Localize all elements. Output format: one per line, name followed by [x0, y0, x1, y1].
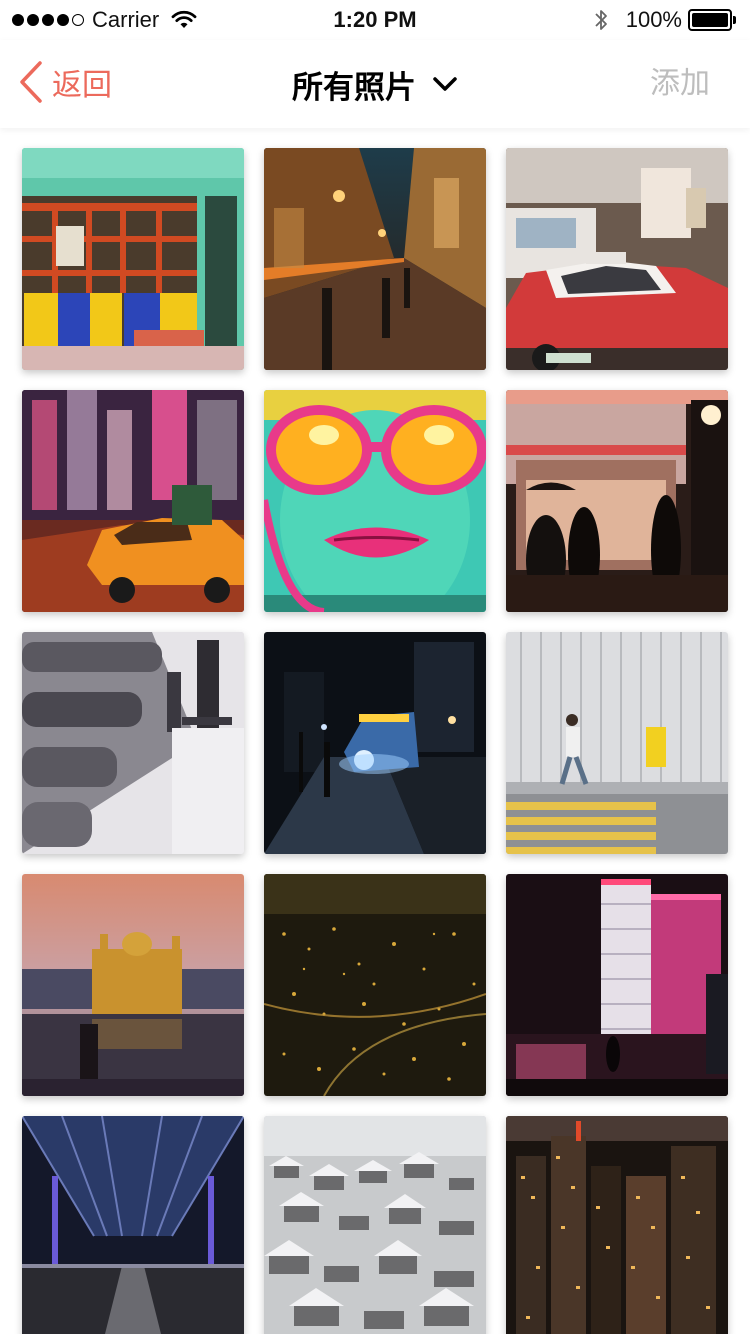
album-selector-button[interactable]: 所有照片 [292, 62, 458, 107]
battery-icon [688, 9, 736, 31]
photo-thumbnail[interactable] [506, 632, 728, 854]
photo-thumbnail[interactable] [22, 390, 244, 612]
status-bar-right: 100% [594, 6, 736, 34]
photo-thumbnail[interactable] [506, 874, 728, 1096]
wifi-icon [171, 10, 197, 28]
signal-dot [42, 14, 54, 26]
signal-dot [72, 14, 84, 26]
photo-thumbnail[interactable] [264, 632, 486, 854]
signal-dot [57, 14, 69, 26]
photo-image [22, 1116, 244, 1334]
status-bar: Carrier 1:20 PM 100% [0, 0, 750, 40]
photo-thumbnail[interactable] [506, 148, 728, 370]
photo-image [22, 390, 244, 612]
carrier-name: Carrier [92, 7, 160, 32]
photo-thumbnail[interactable] [506, 390, 728, 612]
photo-thumbnail[interactable] [264, 148, 486, 370]
photo-thumbnail[interactable] [506, 1116, 728, 1334]
photo-thumbnail[interactable] [22, 632, 244, 854]
photo-image [264, 874, 486, 1096]
photo-image [264, 632, 486, 854]
photo-image [22, 874, 244, 1096]
photo-thumbnail[interactable] [22, 1116, 244, 1334]
album-title-area: 所有照片 [0, 62, 750, 106]
navigation-bar: 返回 所有照片 添加 [0, 40, 750, 128]
photo-thumbnail[interactable] [22, 148, 244, 370]
photo-image [506, 148, 728, 370]
photo-image [506, 390, 728, 612]
status-bar-left: Carrier [12, 6, 197, 34]
photo-image [264, 390, 486, 612]
photo-thumbnail[interactable] [264, 1116, 486, 1334]
photo-image [506, 632, 728, 854]
photo-image [264, 1116, 486, 1334]
photo-grid [22, 148, 728, 1334]
bluetooth-icon [595, 10, 607, 30]
photo-image [22, 632, 244, 854]
signal-dot [27, 14, 39, 26]
photo-image [22, 148, 244, 370]
add-button[interactable]: 添加 [650, 62, 710, 106]
photo-thumbnail[interactable] [22, 874, 244, 1096]
battery-percent: 100% [625, 7, 682, 32]
page-title: 所有照片 [292, 69, 416, 106]
photo-image [264, 148, 486, 370]
photo-image [506, 874, 728, 1096]
signal-dot [12, 14, 24, 26]
chevron-down-icon [433, 77, 457, 91]
photo-thumbnail[interactable] [264, 390, 486, 612]
signal-strength-icon [12, 14, 84, 26]
photo-image [506, 1116, 728, 1334]
photo-thumbnail[interactable] [264, 874, 486, 1096]
